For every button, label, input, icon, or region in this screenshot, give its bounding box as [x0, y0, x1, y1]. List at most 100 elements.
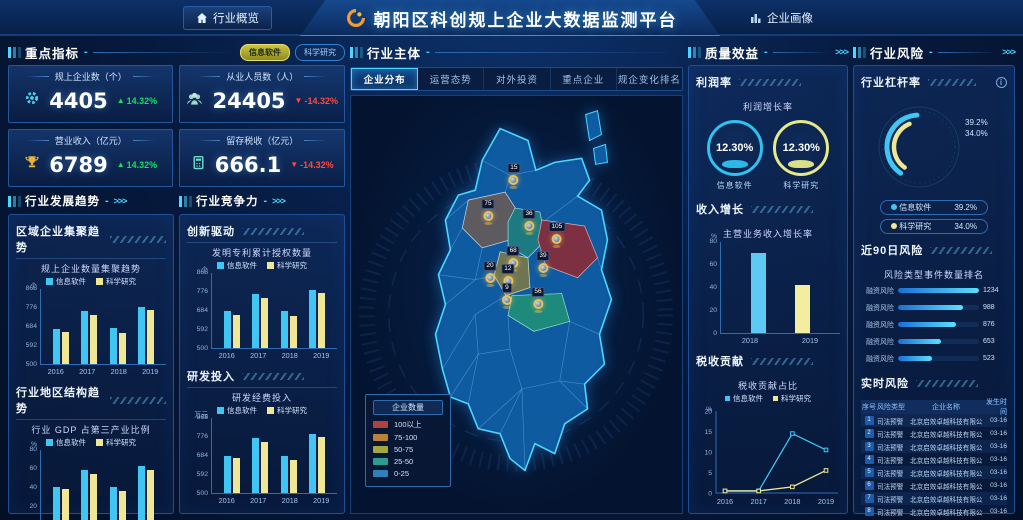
svg-text:10: 10	[704, 450, 712, 457]
subsection-title: 研发投入	[187, 368, 235, 384]
map-marker[interactable]: 36	[522, 202, 535, 235]
bar-group-2016	[224, 456, 240, 493]
bar-group-2018	[110, 487, 126, 520]
chart-legend: 信息软件科学研究	[187, 260, 337, 271]
expand-arrows[interactable]: >>>	[114, 196, 127, 206]
section-bars-icon	[350, 47, 353, 58]
svg-text:2017: 2017	[751, 497, 767, 506]
bar-group-2018	[281, 456, 297, 493]
map-marker[interactable]: 15	[507, 156, 520, 189]
stat-card-label: 从业人员数（人）	[226, 70, 298, 83]
industry-risk-column: 行业风险 - >>> 行业杠杆率 i 39.2%34.0% 信息软件39.2% …	[853, 42, 1015, 514]
tab-4[interactable]: 重点企业	[551, 68, 617, 90]
section-dash: -	[426, 46, 430, 58]
map-marker[interactable]: 75	[481, 192, 494, 225]
leverage-legend-item: 信息软件39.2%	[880, 200, 988, 215]
section-bars-icon	[179, 196, 182, 207]
map-marker[interactable]: 105	[548, 215, 565, 248]
nav-industry-overview-label: 行业概览	[213, 10, 259, 26]
bar-group-2017	[81, 470, 97, 520]
competitiveness-column: 行业竞争力 - >>> 创新驱动 发明专利累计授权数量信息软件科学研究个8687…	[179, 191, 345, 514]
info-icon[interactable]: i	[996, 77, 1007, 88]
tab-3[interactable]: 对外投资	[484, 68, 550, 90]
risk-rank-row: 融资风险876	[861, 316, 1007, 333]
stat-card-label: 留存税收（亿元）	[226, 134, 298, 147]
bar-group-2017	[81, 311, 97, 364]
stat-card: 从业人员数（人）24405▼-14.32%	[179, 65, 345, 123]
hatch-decoration	[751, 358, 813, 365]
stat-card: 规上企业数（个）4405▲14.32%	[8, 65, 173, 123]
table-row[interactable]: 3司法预警北京启效卓越科技有限公司03-16	[861, 440, 1007, 453]
realtime-risk-table: 序号风险类型企业名称发生时间1司法预警北京启效卓越科技有限公司03-162司法预…	[861, 400, 1007, 518]
stat-card-value: 6789	[49, 153, 107, 177]
hatch-decoration	[928, 79, 976, 86]
table-row[interactable]: 8司法预警北京启效卓越科技有限公司03-16	[861, 505, 1007, 518]
hatch-decoration	[242, 228, 304, 235]
map-legend: 企业数量 100以上75-10050-7525-500-25	[365, 394, 451, 487]
table-row[interactable]: 5司法预警北京启效卓越科技有限公司03-16	[861, 466, 1007, 479]
bar-group-2019	[309, 290, 325, 348]
tab-2[interactable]: 运营态势	[418, 68, 484, 90]
map-marker[interactable]: 56	[531, 280, 544, 313]
stat-card: 营业收入（亿元）6789▲14.32%	[8, 129, 173, 187]
section-line	[93, 52, 235, 53]
section-industry-risk: 行业风险 - >>>	[853, 42, 1015, 62]
stat-card-delta: ▼-14.32%	[290, 160, 333, 170]
chart-block-rnd: 研发投入 研发经费投入信息软件科学研究万元8687766845925002016…	[187, 366, 337, 505]
section-key-indicators: 重点指标 - 信息软件 科学研究	[8, 42, 345, 62]
profit-gauge: 12.30%科学研究	[773, 120, 829, 191]
expand-arrows[interactable]: >>>	[272, 196, 285, 206]
table-row[interactable]: 4司法预警北京启效卓越科技有限公司03-16	[861, 453, 1007, 466]
risk-type-ranking: 融资风险1234融资风险988融资风险876融资风险653融资风险523	[861, 282, 1007, 367]
section-title: 行业竞争力	[196, 193, 259, 209]
center-column: 行业主体 - 企业分布运营态势对外投资重点企业规企变化排名	[350, 42, 683, 514]
section-title: 质量效益	[705, 43, 759, 62]
table-row[interactable]: 7司法预警北京启效卓越科技有限公司03-16	[861, 492, 1007, 505]
subsection-title: 实时风险	[861, 375, 909, 391]
dashboard-main: 重点指标 - 信息软件 科学研究 规上企业数（个）4405▲14.32%从业人员…	[0, 36, 1023, 520]
stat-card-label: 营业收入（亿元）	[55, 134, 127, 147]
home-icon	[196, 12, 208, 24]
stat-card-delta: ▼-14.32%	[295, 96, 338, 106]
bar-group-2019	[795, 285, 810, 333]
section-bars-icon	[688, 47, 691, 58]
bar-group-2016	[224, 311, 240, 348]
subsection-title: 创新驱动	[187, 223, 235, 239]
chart-title: 税收贡献占比	[696, 379, 840, 392]
bar-group-2017	[252, 438, 268, 493]
filter-pill-info-software[interactable]: 信息软件	[240, 44, 290, 61]
map-legend-title: 企业数量	[373, 400, 443, 415]
expand-arrows[interactable]: >>>	[835, 47, 848, 57]
hatch-decoration	[739, 79, 801, 86]
svg-text:2018: 2018	[784, 497, 800, 506]
hatch-decoration	[110, 397, 166, 404]
building-chart-icon	[750, 12, 762, 24]
chart-income-growth: 主营业务收入增长率%80604020020182019	[696, 224, 840, 345]
development-trend-column: 行业发展趋势 - >>> 区域企业集聚趋势 规上企业数量集聚趋势信息软件科学研究…	[8, 191, 174, 514]
expand-arrows[interactable]: >>>	[1002, 47, 1015, 57]
map-marker[interactable]: 9	[502, 276, 512, 309]
nav-enterprise-portrait[interactable]: 企业画像	[738, 6, 825, 30]
chart-legend: 信息软件科学研究	[187, 405, 337, 416]
map-legend-item: 0-25	[373, 469, 443, 478]
svg-text:39.2%: 39.2%	[965, 118, 988, 127]
table-row[interactable]: 6司法预警北京启效卓越科技有限公司03-16	[861, 479, 1007, 492]
bar-group-2018	[110, 328, 126, 364]
section-bars-icon	[853, 47, 856, 58]
bar-group-2019	[309, 434, 325, 493]
filter-pill-science-research[interactable]: 科学研究	[295, 44, 345, 61]
map-marker[interactable]: 39	[536, 244, 549, 277]
svg-text:2019: 2019	[818, 497, 834, 506]
people-icon	[186, 91, 203, 111]
nav-industry-overview[interactable]: 行业概览	[183, 6, 272, 30]
table-row[interactable]: 2司法预警北京启效卓越科技有限公司03-16	[861, 427, 1007, 440]
section-dash: -	[84, 46, 88, 58]
tab-5[interactable]: 规企变化排名	[617, 68, 682, 90]
section-title: 行业风险	[870, 43, 924, 62]
profit-gauge: 12.30%信息软件	[707, 120, 763, 191]
chart-enterprise-agglomeration: 规上企业数量集聚趋势信息软件科学研究个868776684592500201620…	[16, 262, 166, 376]
chart-title: 规上企业数量集聚趋势	[16, 262, 166, 275]
chart-title: 主营业务收入增长率	[696, 227, 840, 240]
tab-1[interactable]: 企业分布	[351, 68, 418, 90]
map-marker[interactable]: 20	[483, 254, 496, 287]
